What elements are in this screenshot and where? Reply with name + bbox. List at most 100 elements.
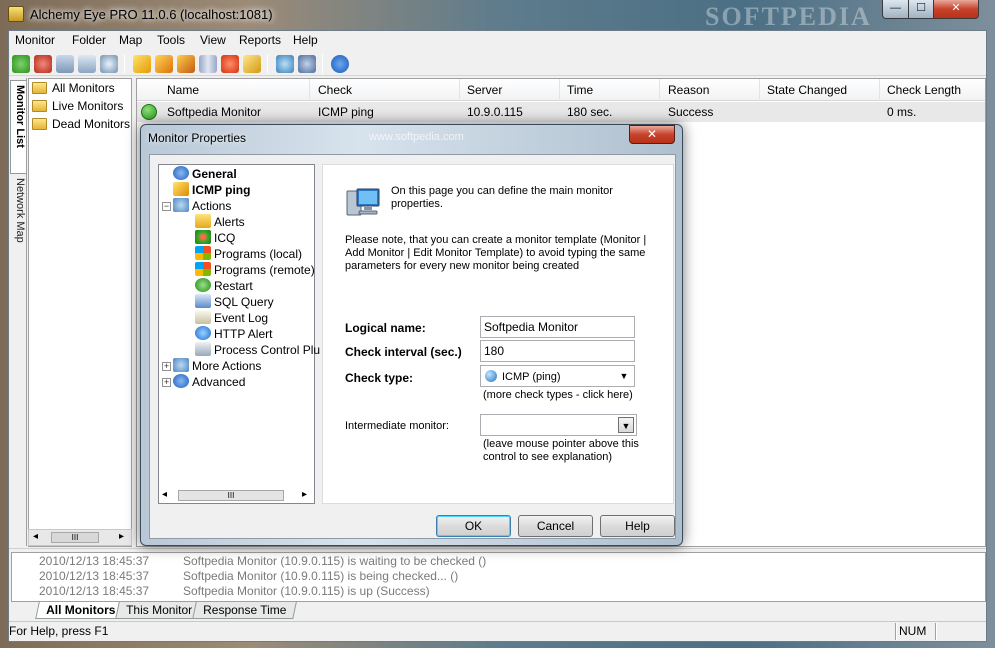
add-monitor-icon[interactable] <box>12 55 30 73</box>
column-divider <box>659 79 660 101</box>
intermediate-monitor-label: Intermediate monitor: <box>345 420 449 432</box>
watermark: SOFTPEDIA <box>705 2 872 31</box>
find-icon[interactable] <box>100 55 118 73</box>
check-interval-input[interactable]: 180 <box>480 340 635 362</box>
column-state-changed[interactable]: State Changed <box>767 83 847 97</box>
tree-node-restart[interactable]: Restart <box>195 278 253 294</box>
menu-folder[interactable]: Folder <box>72 33 106 47</box>
column-name[interactable]: Name <box>167 83 199 97</box>
scroll-thumb[interactable]: III <box>51 532 99 543</box>
column-check[interactable]: Check <box>318 83 352 97</box>
column-time[interactable]: Time <box>567 83 593 97</box>
folder-all-monitors[interactable]: All Monitors <box>32 81 115 99</box>
network-scan-icon[interactable] <box>276 55 294 73</box>
tab-response-time[interactable]: Response Time <box>192 602 298 619</box>
menu-view[interactable]: View <box>200 33 226 47</box>
tree-node-icmp-ping[interactable]: ICMP ping <box>173 182 250 198</box>
status-help-text: For Help, press F1 <box>9 624 109 638</box>
internet-explorer-icon <box>195 326 211 340</box>
properties-tree-scrollbar[interactable]: ◂ III ▸ <box>158 487 315 504</box>
copy-monitor-icon[interactable] <box>56 55 74 73</box>
dialog-watermark: www.softpedia.com <box>369 131 464 143</box>
delete-monitor-icon[interactable] <box>34 55 52 73</box>
general-properties-panel: On this page you can define the main mon… <box>322 164 674 504</box>
folder-icon <box>32 118 47 130</box>
tree-node-more-actions[interactable]: More Actions <box>173 358 261 374</box>
logical-name-input[interactable]: Softpedia Monitor <box>480 316 635 338</box>
tree-horizontal-scrollbar[interactable]: ◂ III ▸ <box>28 529 132 546</box>
tree-node-http-alert[interactable]: HTTP Alert <box>195 326 272 342</box>
more-check-types-link[interactable]: (more check types - click here) <box>483 389 633 402</box>
dialog-close-button[interactable]: ✕ <box>629 125 675 144</box>
tab-this-monitor[interactable]: This Monitor <box>115 602 203 619</box>
stop-icon[interactable] <box>221 55 239 73</box>
status-divider <box>895 623 897 640</box>
scroll-left-icon[interactable]: ◂ <box>33 531 38 542</box>
folder-live-monitors[interactable]: Live Monitors <box>32 99 123 117</box>
check-type-select[interactable]: ICMP (ping) ▼ <box>480 365 635 387</box>
tree-node-process-control[interactable]: Process Control Plu <box>195 342 320 358</box>
alert-icon[interactable] <box>243 55 261 73</box>
dialog-title: Monitor Properties <box>148 131 247 145</box>
tab-monitor-list[interactable]: Monitor List <box>10 80 26 174</box>
toolbar-separator <box>267 54 268 74</box>
info-icon <box>173 166 189 180</box>
tree-node-event-log[interactable]: Event Log <box>195 310 268 326</box>
menu-tools[interactable]: Tools <box>157 33 185 47</box>
toolbar <box>9 52 986 76</box>
panel-template-note: Please note, that you can create a monit… <box>345 234 647 272</box>
title-bar[interactable]: Alchemy Eye PRO 11.0.6 (localhost:1081) … <box>0 0 995 31</box>
scroll-right-icon[interactable]: ▸ <box>302 489 307 500</box>
globe-icon <box>485 370 497 382</box>
menu-monitor[interactable]: Monitor <box>15 33 55 47</box>
column-reason[interactable]: Reason <box>668 83 709 97</box>
tab-all-monitors[interactable]: All Monitors <box>35 602 127 619</box>
cancel-button[interactable]: Cancel <box>518 515 593 537</box>
tree-node-advanced[interactable]: Advanced <box>173 374 245 390</box>
tree-node-alerts[interactable]: Alerts <box>195 214 245 230</box>
tree-node-sql-query[interactable]: SQL Query <box>195 294 274 310</box>
scroll-left-icon[interactable]: ◂ <box>162 489 167 500</box>
column-server[interactable]: Server <box>467 83 502 97</box>
help-button[interactable]: Help <box>600 515 675 537</box>
tree-node-programs-local[interactable]: Programs (local) <box>195 246 302 262</box>
settings-icon[interactable] <box>298 55 316 73</box>
log-tabs: All Monitors This Monitor Response Time <box>11 602 986 620</box>
tree-expand-advanced[interactable]: + <box>162 378 171 387</box>
column-divider <box>309 79 310 101</box>
scroll-right-icon[interactable]: ▸ <box>119 531 124 542</box>
minimize-button[interactable]: — <box>882 0 909 19</box>
scroll-thumb[interactable]: III <box>178 490 284 501</box>
tree-collapse-actions[interactable]: − <box>162 202 171 211</box>
tree-expand-more-actions[interactable]: + <box>162 362 171 371</box>
tree-node-actions[interactable]: Actions <box>173 198 231 214</box>
tab-network-map[interactable]: Network Map <box>10 174 26 252</box>
tree-node-programs-remote[interactable]: Programs (remote) <box>195 262 315 278</box>
info-icon[interactable] <box>331 55 349 73</box>
pause-icon[interactable] <box>199 55 217 73</box>
check-all-icon[interactable] <box>155 55 173 73</box>
column-check-length[interactable]: Check Length <box>887 83 961 97</box>
tree-node-icq[interactable]: ICQ <box>195 230 235 246</box>
intermediate-monitor-select[interactable]: ▼ <box>480 414 637 436</box>
chevron-down-icon[interactable]: ▼ <box>618 417 634 433</box>
folder-dead-monitors[interactable]: Dead Monitors <box>32 117 130 135</box>
maximize-button[interactable]: ☐ <box>908 0 934 19</box>
chevron-down-icon[interactable]: ▼ <box>616 368 632 384</box>
check-now-icon[interactable] <box>133 55 151 73</box>
lightning-icon <box>173 182 189 196</box>
table-row[interactable]: Softpedia Monitor ICMP ping 10.9.0.115 1… <box>137 102 985 122</box>
menu-map[interactable]: Map <box>119 33 142 47</box>
folder-icon <box>32 100 47 112</box>
ok-button[interactable]: OK <box>436 515 511 537</box>
cell-check-length: 0 ms. <box>887 105 917 119</box>
menu-help[interactable]: Help <box>293 33 318 47</box>
tree-node-general[interactable]: General <box>173 166 237 182</box>
panel-intro-text: On this page you can define the main mon… <box>391 185 613 210</box>
check-folder-icon[interactable] <box>177 55 195 73</box>
close-button[interactable]: ✕ <box>933 0 979 19</box>
properties-icon[interactable] <box>78 55 96 73</box>
menu-reports[interactable]: Reports <box>239 33 281 47</box>
intermediate-monitor-hint: (leave mouse pointer above this control … <box>483 438 639 463</box>
menu-bar: Monitor Folder Map Tools View Reports He… <box>9 31 986 51</box>
